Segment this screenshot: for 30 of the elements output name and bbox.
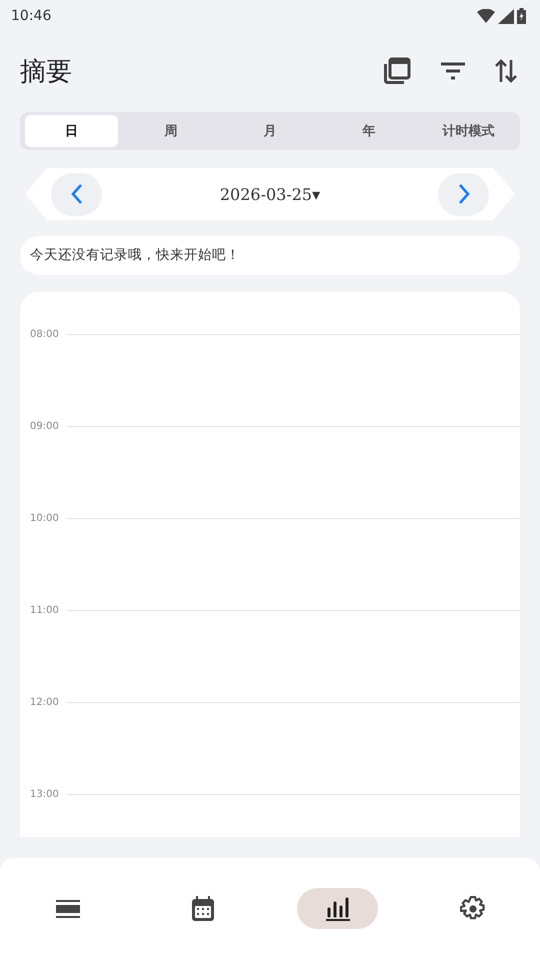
next-button[interactable]	[438, 172, 489, 216]
hour-label: 13:00	[29, 788, 60, 800]
tab[interactable]: 月	[223, 115, 317, 147]
tab[interactable]: 年	[322, 115, 416, 147]
hour-label: 08:00	[29, 328, 60, 340]
previous-button[interactable]	[51, 172, 102, 216]
list-icon	[56, 900, 80, 918]
settings-icon	[460, 896, 486, 922]
calendar-icon	[190, 896, 214, 922]
page-title: 摘要	[20, 56, 73, 88]
chevron-right-icon	[458, 183, 470, 205]
hour-label: 09:00	[29, 420, 60, 432]
chevron-left-icon	[70, 183, 82, 205]
date-dropdown[interactable]: 2026-03-25▾	[220, 184, 320, 204]
tab[interactable]: 周	[124, 115, 218, 147]
hour-label: 10:00	[29, 512, 60, 524]
signal-icon	[498, 8, 514, 24]
filter-icon	[440, 61, 466, 81]
nav-tab[interactable]	[297, 888, 378, 929]
hour-label: 11:00	[29, 604, 60, 616]
empty-notice: 今天还没有记录哦，快来开始吧！	[30, 247, 240, 263]
wifi-icon	[477, 9, 495, 23]
copy-icon	[383, 57, 411, 85]
sort-icon	[495, 58, 517, 84]
status-time: 10:46	[11, 8, 52, 24]
tab[interactable]: 计时模式	[422, 115, 516, 147]
bar-chart-icon	[324, 896, 350, 920]
hour-label: 12:00	[29, 696, 60, 708]
tab[interactable]: 日	[25, 115, 118, 147]
battery-icon	[517, 8, 526, 24]
